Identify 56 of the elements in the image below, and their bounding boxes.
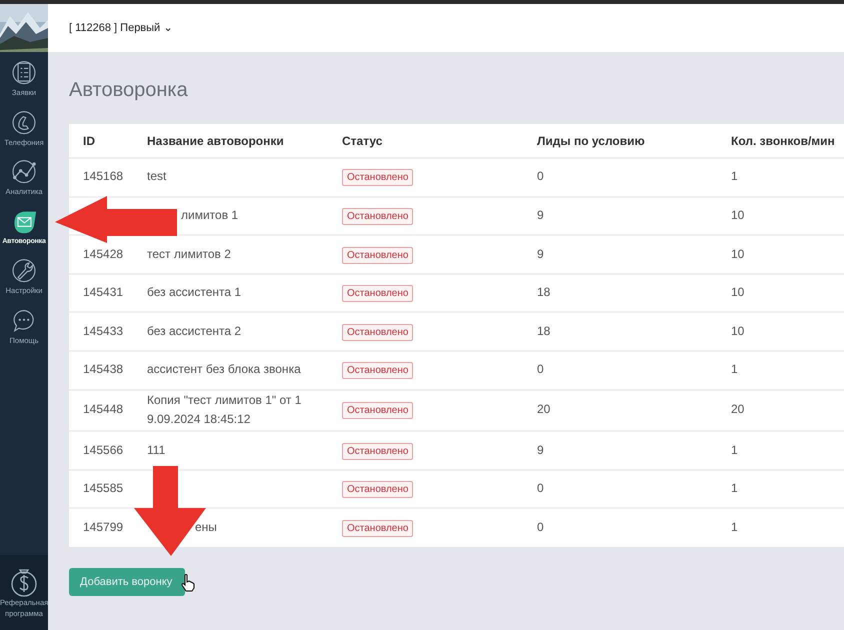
table-cell: 145448 bbox=[83, 402, 124, 416]
table-cell: 10 bbox=[731, 208, 744, 222]
table-cell: 1 bbox=[731, 442, 738, 457]
status-badge: Остановлено bbox=[342, 324, 414, 341]
table-cell: 145431 bbox=[83, 285, 124, 300]
status-badge: Остановлено bbox=[342, 208, 414, 225]
status-badge: Остановлено bbox=[342, 442, 414, 460]
page-title: Автоворонка bbox=[69, 78, 189, 102]
table-cell: 1 bbox=[731, 520, 738, 534]
table-cell: 18 bbox=[537, 285, 550, 300]
table-cell: 10 bbox=[731, 324, 744, 338]
table-cell: 145428 bbox=[83, 246, 124, 261]
column-header: Лиды по условию bbox=[523, 124, 717, 158]
table-cell: 9 bbox=[537, 442, 544, 457]
account-dropdown[interactable]: [ 112268 ] Первый ⌄ bbox=[69, 20, 172, 36]
table-cell: 0 bbox=[537, 362, 544, 376]
table-cell: 111 bbox=[147, 442, 166, 457]
status-badge: Остановлено bbox=[342, 481, 414, 498]
hand-cursor-icon bbox=[182, 574, 194, 592]
table-cell: 1 bbox=[731, 362, 738, 376]
table-cell: 1 bbox=[731, 481, 738, 496]
table-cell: ассистент без блока звонка bbox=[147, 362, 301, 376]
table-cell: 20 bbox=[537, 402, 550, 416]
status-badge: Остановлено bbox=[342, 246, 414, 264]
status-badge: Остановлено bbox=[342, 520, 414, 538]
column-header: ID bbox=[69, 124, 133, 158]
table-cell: без ассистента 2 bbox=[147, 324, 242, 338]
table-cell: 145585 bbox=[83, 481, 124, 496]
status-badge: Остановлено bbox=[342, 402, 414, 420]
status-badge: Остановлено bbox=[342, 362, 414, 380]
table-cell-text: лимитов 1 bbox=[180, 206, 238, 224]
table-cell: 9 bbox=[537, 208, 544, 222]
column-header: Кол. звонков/мин bbox=[717, 124, 844, 158]
table-cell: 145168 bbox=[83, 169, 124, 184]
status-badge: Остановлено bbox=[342, 169, 414, 186]
table-cell: без ассистента 1 bbox=[147, 285, 242, 300]
table-cell-text: ены bbox=[194, 519, 217, 536]
table-cell: Копия "тест лимитов 1" от 1 9.09.2024 18:45:12 bbox=[147, 392, 302, 426]
column-header: Статус bbox=[328, 124, 523, 158]
table-cell: 9 bbox=[537, 246, 544, 261]
table-cell: 145799 bbox=[83, 520, 124, 534]
table-cell: 10 bbox=[731, 285, 744, 300]
table-cell: 145438 bbox=[83, 362, 124, 376]
status-badge: Остановлено bbox=[342, 285, 414, 302]
table-cell: 0 bbox=[537, 520, 544, 534]
table-cell: 0 bbox=[537, 169, 544, 184]
column-header: Название автоворонки bbox=[133, 124, 328, 158]
table-cell: 1 bbox=[731, 169, 738, 184]
table-cell: 145566 bbox=[83, 442, 124, 457]
table-cell: test bbox=[147, 169, 166, 184]
table-cell: 10 bbox=[731, 246, 744, 261]
table-cell: 18 bbox=[537, 324, 550, 338]
table-cell: 20 bbox=[731, 402, 744, 416]
table-cell: 145433 bbox=[83, 324, 124, 338]
table-cell: тест лимитов 2 bbox=[147, 246, 231, 261]
table-cell: 0 bbox=[537, 481, 544, 496]
